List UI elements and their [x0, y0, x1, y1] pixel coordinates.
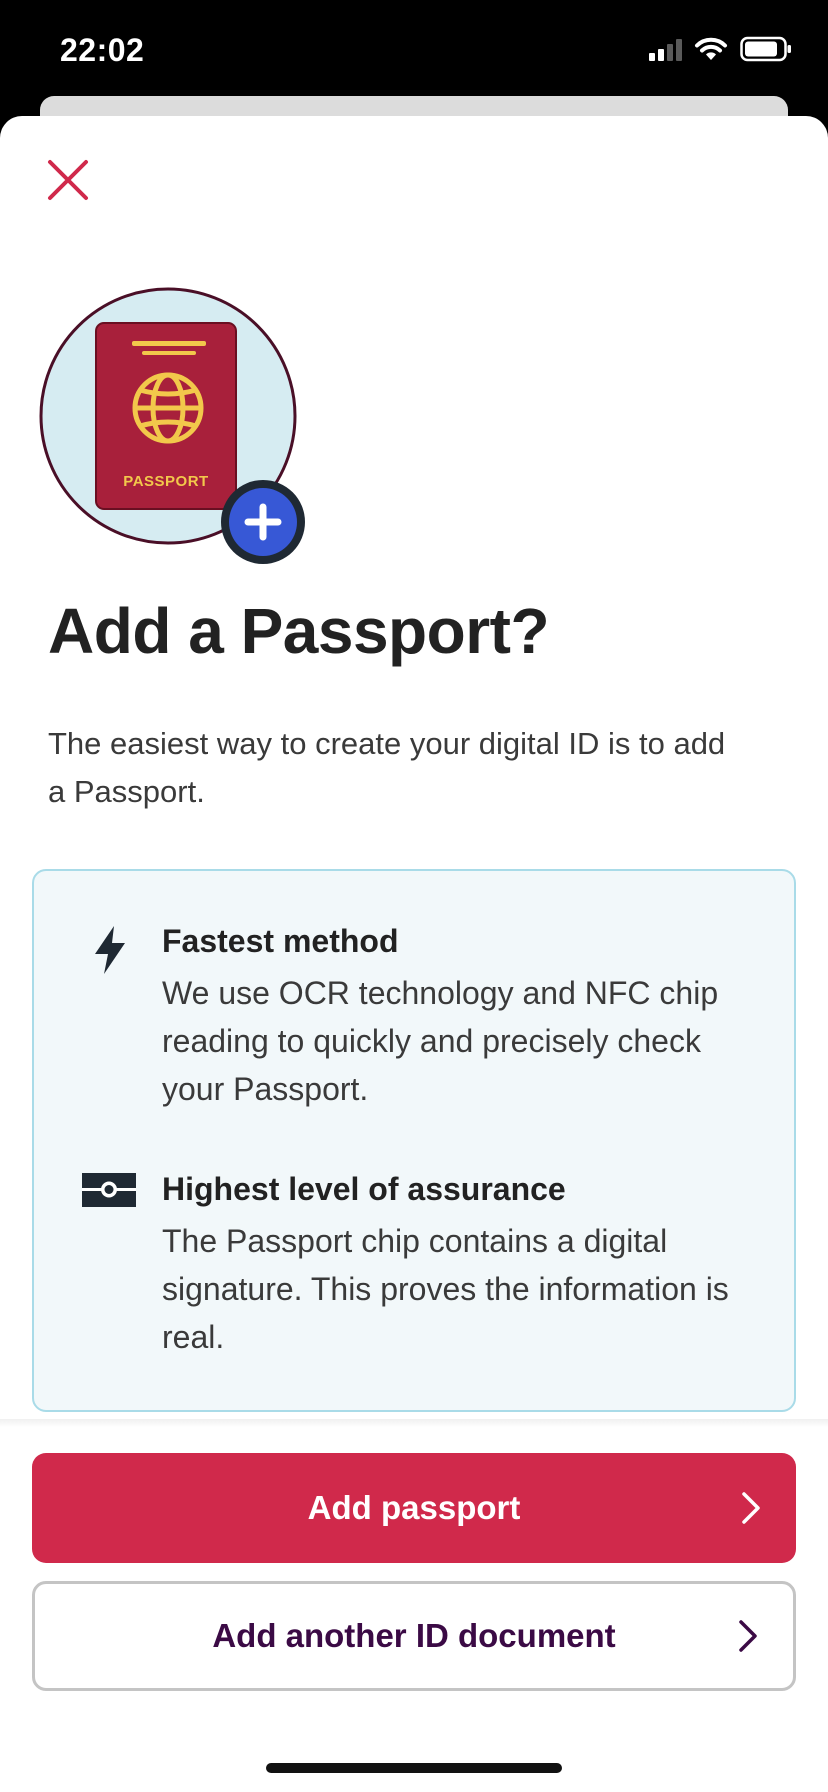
lightning-icon — [80, 925, 140, 985]
feature-description: We use OCR technology and NFC chip readi… — [162, 975, 719, 1107]
feature-title: Highest level of assurance — [162, 1171, 566, 1207]
close-button[interactable] — [38, 150, 98, 210]
passport-label: PASSPORT — [123, 473, 209, 490]
chevron-right-icon — [739, 1620, 757, 1652]
close-icon — [48, 160, 88, 200]
add-badge — [221, 480, 305, 564]
status-bar: 22:02 — [0, 0, 828, 100]
signal-icon — [649, 37, 682, 61]
status-time: 22:02 — [60, 32, 145, 68]
app-screen: 22:02 PASSPORT Add a Passport? The easie… — [0, 0, 828, 1792]
page-title: Add a Passport? — [48, 595, 550, 667]
status-icons — [649, 36, 792, 62]
add-passport-sheet: PASSPORT Add a Passport? The easiest way… — [0, 116, 828, 1792]
chip-icon — [82, 1171, 136, 1231]
intro-text: The easiest way to create your digital I… — [48, 726, 726, 809]
feature-title: Fastest method — [162, 923, 399, 959]
wifi-icon — [695, 37, 727, 60]
footer-divider — [0, 1419, 828, 1427]
benefits-box: Fastest method We use OCR technology and… — [32, 869, 796, 1412]
add-another-id-button[interactable]: Add another ID document — [32, 1581, 796, 1691]
plus-icon — [244, 503, 282, 541]
chevron-right-icon — [742, 1492, 760, 1524]
passport-illustration: PASSPORT — [38, 286, 308, 564]
home-indicator — [266, 1763, 562, 1773]
battery-icon — [740, 36, 791, 62]
add-another-id-label: Add another ID document — [212, 1617, 616, 1654]
feature-description: The Passport chip contains a digital sig… — [162, 1223, 729, 1355]
add-passport-label: Add passport — [307, 1489, 521, 1526]
add-passport-button[interactable]: Add passport — [32, 1453, 796, 1563]
